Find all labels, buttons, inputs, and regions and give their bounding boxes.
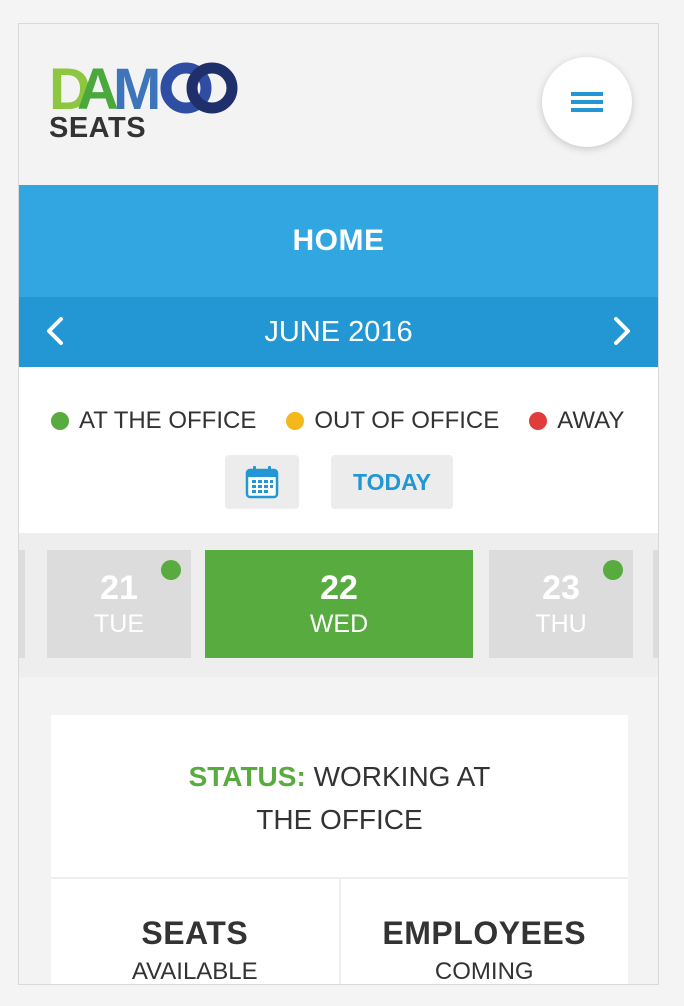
day-partial-prev[interactable] <box>19 550 25 658</box>
day-tile-23[interactable]: 23 THU <box>489 550 633 658</box>
green-dot-icon <box>51 412 69 430</box>
employees-coming-stat[interactable]: EMPLOYEES COMING <box>338 879 629 985</box>
legend-label: OUT OF OFFICE <box>314 407 500 434</box>
day-partial-next[interactable] <box>653 550 658 658</box>
today-button[interactable]: TODAY <box>331 455 453 509</box>
stat-title: SEATS <box>141 915 249 951</box>
top-bar: D A M SEATS <box>19 24 658 185</box>
status-value-line1: WORKING AT <box>313 761 491 792</box>
page-title: HOME <box>19 185 658 297</box>
status-legend: AT THE OFFICE OUT OF OFFICE AWAY <box>51 407 654 435</box>
logo-subtitle: SEATS <box>49 112 147 144</box>
status-text: STATUS: WORKING AT THE OFFICE <box>51 755 628 841</box>
previous-month-arrow-icon[interactable] <box>37 313 73 349</box>
legend-label: AWAY <box>557 407 625 434</box>
app-frame: D A M SEATS HOME JUNE 2016 AT THE OFFICE… <box>18 23 659 985</box>
status-label: STATUS: <box>188 761 306 792</box>
menu-button[interactable] <box>542 57 632 147</box>
next-month-arrow-icon[interactable] <box>604 313 640 349</box>
legend-label: AT THE OFFICE <box>79 407 257 434</box>
stat-subtitle: COMING <box>434 958 534 985</box>
stat-title: EMPLOYEES <box>382 915 587 951</box>
status-card: STATUS: WORKING AT THE OFFICE SEATS AVAI… <box>51 715 629 985</box>
day-tile-22-selected[interactable]: 22 WED <box>205 550 473 658</box>
stat-subtitle: AVAILABLE <box>131 958 258 985</box>
legend-item-away: AWAY <box>529 407 624 435</box>
hamburger-menu-icon <box>571 92 603 112</box>
day-weekday: TUE <box>94 610 144 638</box>
legend-area: AT THE OFFICE OUT OF OFFICE AWAY TODAY <box>19 367 658 533</box>
stats-row: SEATS AVAILABLE EMPLOYEES COMING <box>51 877 629 985</box>
legend-item-at-office: AT THE OFFICE <box>51 407 256 435</box>
status-value-line2: THE OFFICE <box>256 804 423 835</box>
legend-item-out-of-office: OUT OF OFFICE <box>286 407 499 435</box>
day-weekday: WED <box>309 610 369 638</box>
status-dot-icon <box>603 560 623 580</box>
calendar-button[interactable] <box>225 455 299 509</box>
seats-available-stat[interactable]: SEATS AVAILABLE <box>51 879 339 985</box>
month-navigator: JUNE 2016 <box>19 297 658 367</box>
day-number: 22 <box>320 569 358 607</box>
day-tile-21[interactable]: 21 TUE <box>47 550 191 658</box>
day-number: 21 <box>100 569 138 607</box>
yellow-dot-icon <box>286 412 305 430</box>
status-dot-icon <box>161 560 181 580</box>
day-weekday: THU <box>535 610 587 638</box>
red-dot-icon <box>529 412 548 430</box>
day-number: 23 <box>542 569 580 607</box>
calendar-icon <box>245 466 279 499</box>
month-label: JUNE 2016 <box>264 315 413 348</box>
day-strip[interactable]: 21 TUE 22 WED 23 THU <box>19 533 658 677</box>
